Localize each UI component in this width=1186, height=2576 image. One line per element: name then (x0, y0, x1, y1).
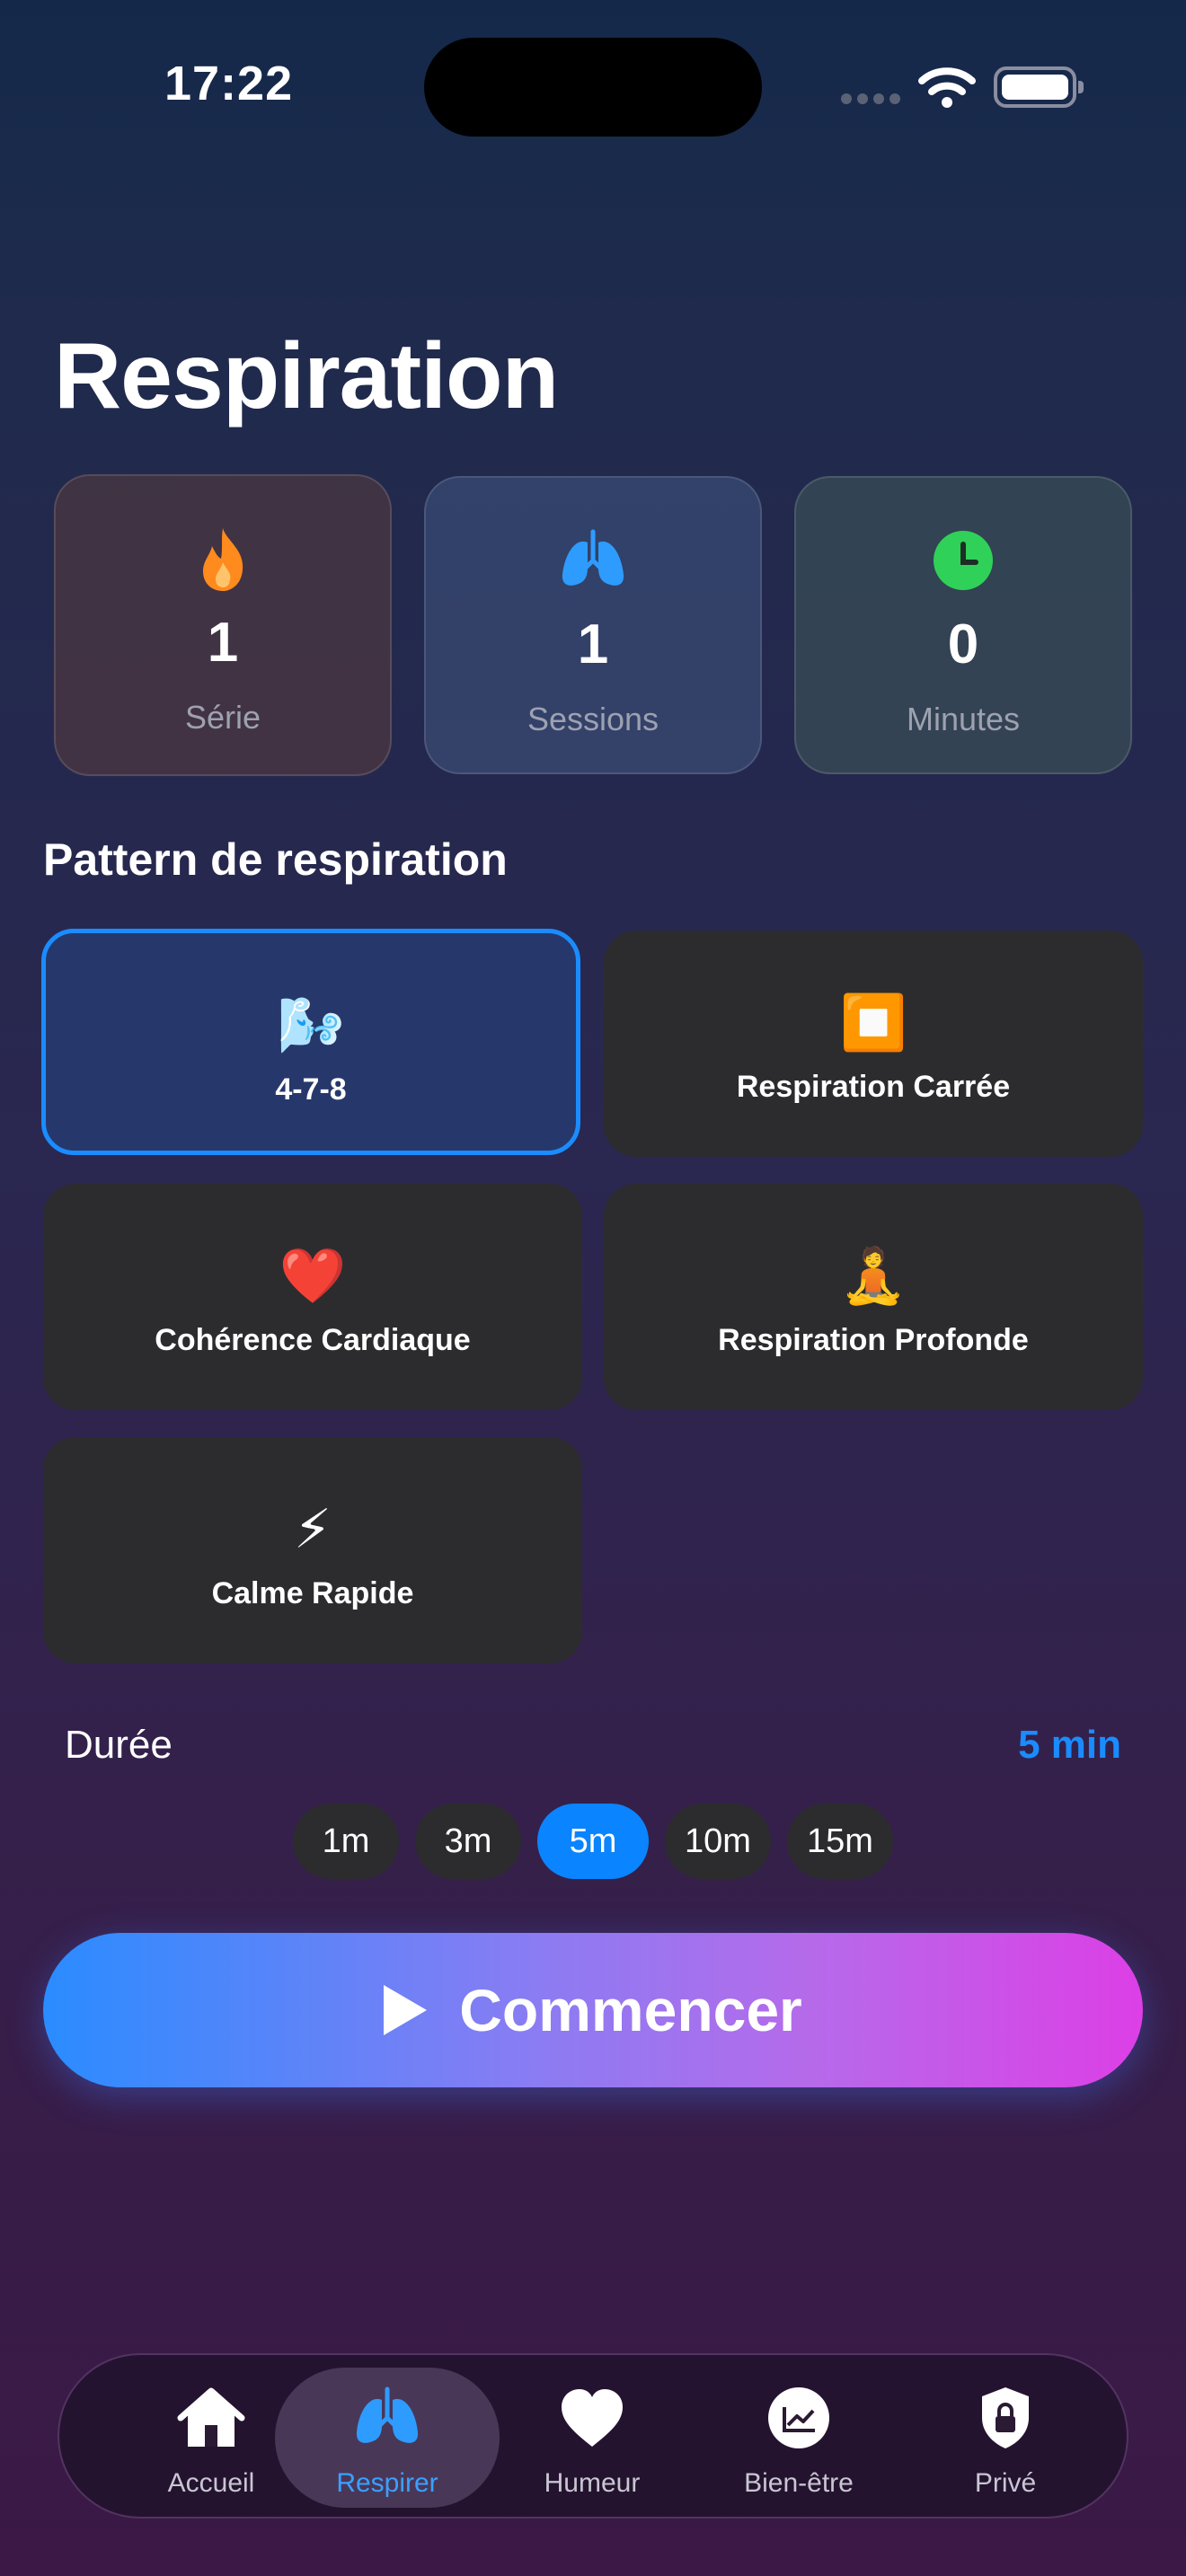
page-title: Respiration (54, 324, 559, 428)
duration-value: 5 min (1018, 1723, 1121, 1767)
tab-label: Humeur (544, 2468, 641, 2498)
pattern-card-cardiac-coherence[interactable]: ❤️ Cohérence Cardiaque (43, 1184, 582, 1410)
wind-face-icon: 🌬️ (277, 994, 345, 1057)
stat-value: 1 (207, 612, 239, 674)
pattern-label: Cohérence Cardiaque (155, 1323, 471, 1357)
chart-icon (768, 2387, 829, 2448)
lightning-icon: ⚡ (293, 1498, 332, 1561)
stat-value: 0 (947, 613, 979, 675)
tab-prive[interactable]: Privé (893, 2368, 1118, 2508)
tab-bien-etre[interactable]: Bien-être (686, 2368, 911, 2508)
pattern-card-box-breathing[interactable]: ⏹️ Respiration Carrée (604, 931, 1143, 1157)
pattern-label: Calme Rapide (211, 1576, 414, 1610)
cellular-signal-icon (841, 93, 902, 104)
tab-label: Respirer (336, 2468, 438, 2498)
stat-card-minutes: 0 Minutes (794, 476, 1132, 774)
duration-chip-5m[interactable]: 5m (537, 1804, 649, 1879)
duration-chip-1m[interactable]: 1m (293, 1804, 399, 1879)
tab-label: Bien-être (744, 2468, 854, 2498)
pattern-card-quick-calm[interactable]: ⚡ Calme Rapide (43, 1437, 582, 1663)
dynamic-island (424, 38, 762, 137)
meditation-icon: 🧘 (839, 1245, 907, 1308)
lungs-icon (356, 2386, 419, 2443)
flame-icon (203, 528, 243, 591)
pattern-card-4-7-8[interactable]: 🌬️ 4-7-8 (41, 929, 580, 1155)
duration-label: Durée (65, 1723, 173, 1767)
start-button[interactable]: Commencer (43, 1933, 1143, 2087)
wifi-icon (918, 67, 976, 108)
duration-chip-10m[interactable]: 10m (665, 1804, 771, 1879)
stat-card-streak: 1 Série (54, 474, 392, 776)
start-button-label: Commencer (459, 1977, 802, 2043)
heart-icon: ❤️ (279, 1245, 347, 1308)
tab-humeur[interactable]: Humeur (480, 2368, 704, 2508)
pattern-label: Respiration Profonde (718, 1323, 1029, 1357)
stat-label: Sessions (527, 701, 659, 737)
stat-label: Série (184, 699, 261, 736)
play-icon (384, 1985, 428, 2035)
tab-bar: Accueil Respirer Humeur Bien-être Privé (58, 2353, 1128, 2519)
house-icon (177, 2387, 245, 2447)
heart-icon (562, 2389, 623, 2447)
duration-chip-3m[interactable]: 3m (415, 1804, 521, 1879)
stat-card-sessions: 1 Sessions (424, 476, 762, 774)
lungs-icon (562, 529, 624, 586)
pattern-label: Respiration Carrée (736, 1070, 1011, 1104)
section-title-pattern: Pattern de respiration (43, 834, 508, 885)
pattern-label: 4-7-8 (275, 1072, 347, 1107)
lock-shield-icon (982, 2387, 1029, 2448)
status-time: 17:22 (164, 57, 294, 110)
pattern-card-deep-breathing[interactable]: 🧘 Respiration Profonde (604, 1184, 1143, 1410)
tab-label: Privé (974, 2468, 1037, 2498)
duration-chip-15m[interactable]: 15m (787, 1804, 893, 1879)
tab-respirer[interactable]: Respirer (275, 2368, 500, 2508)
stat-value: 1 (577, 613, 609, 675)
stat-label: Minutes (906, 701, 1021, 737)
stop-button-icon: ⏹️ (839, 992, 907, 1054)
battery-icon (994, 66, 1084, 108)
clock-icon (934, 531, 993, 590)
